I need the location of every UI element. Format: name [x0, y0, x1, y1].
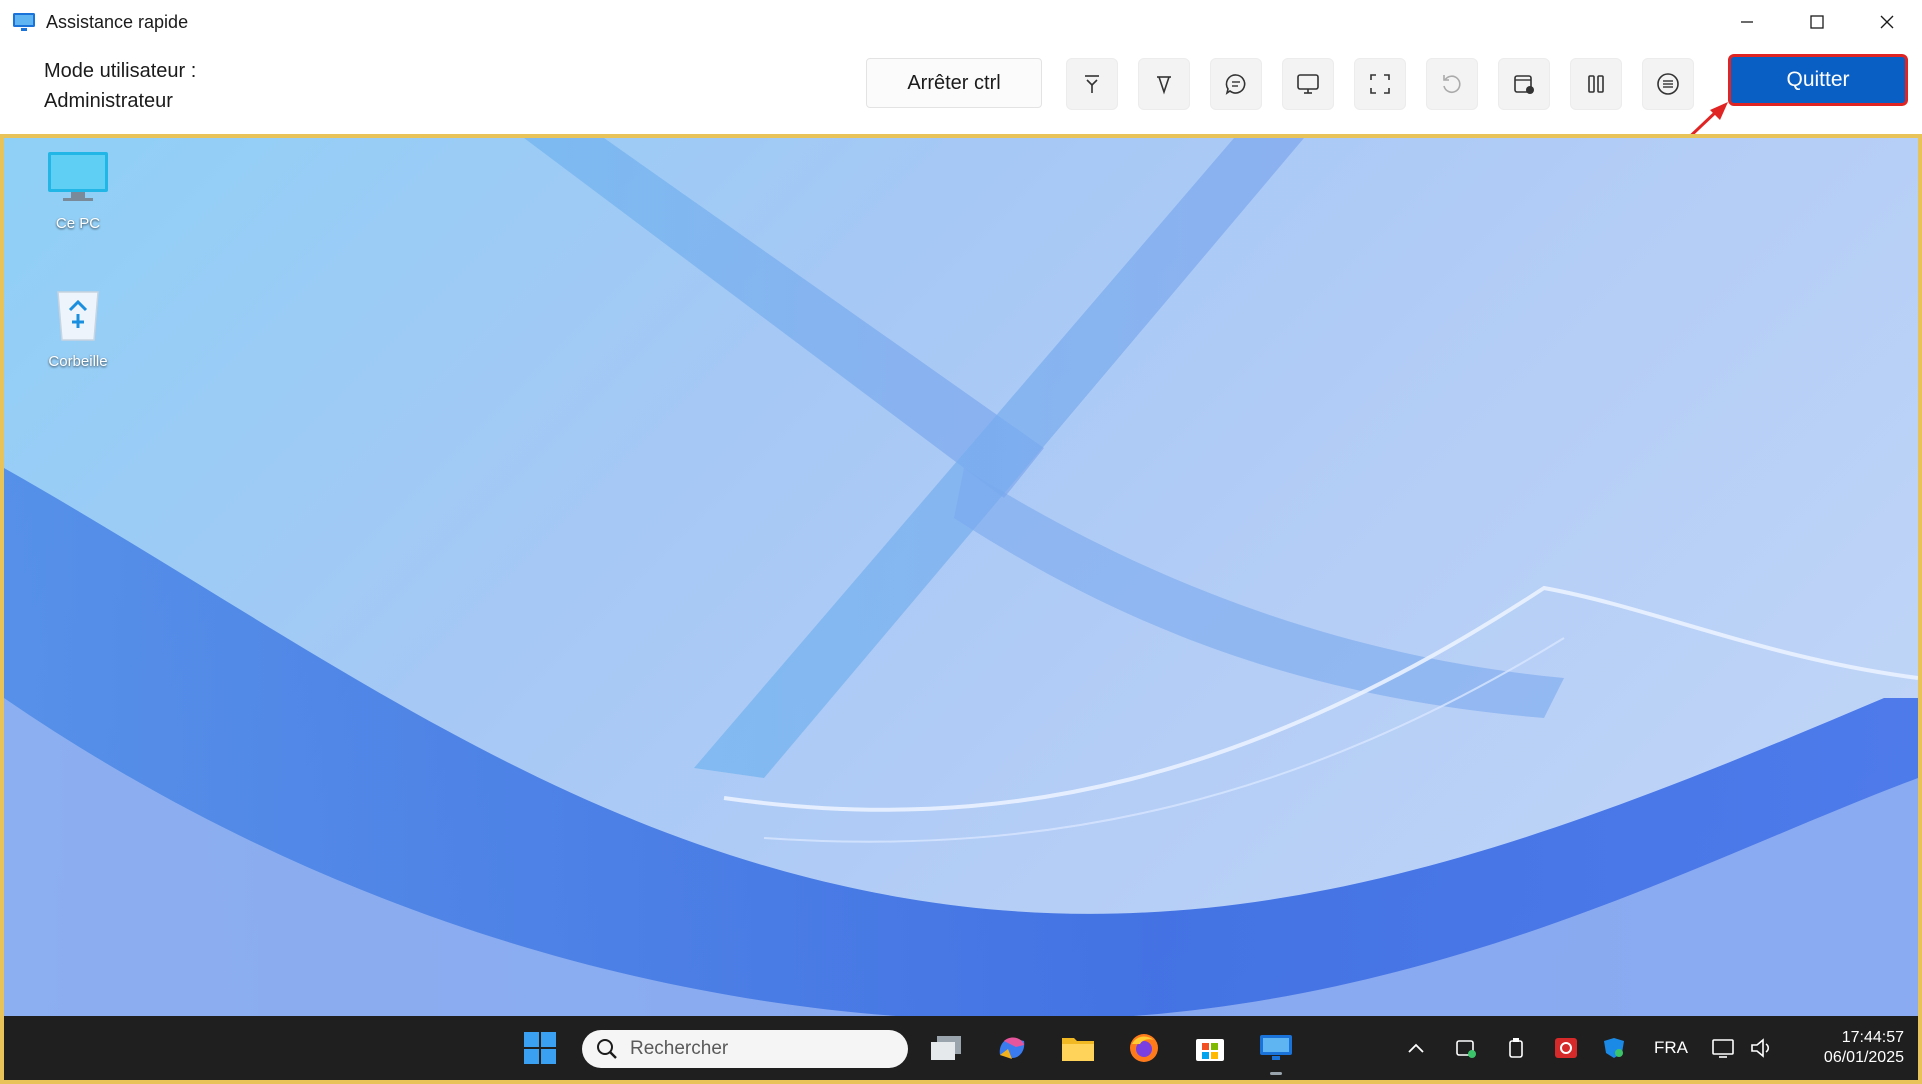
copilot-button[interactable]	[994, 1030, 1030, 1066]
remote-desktop-view[interactable]: Ce PC Corbeille	[0, 134, 1922, 1084]
desktop-icon-label: Corbeille	[48, 353, 108, 370]
quick-assist-taskbar-button[interactable]	[1258, 1030, 1294, 1066]
restart-button[interactable]	[1426, 58, 1478, 110]
window-title: Assistance rapide	[46, 12, 189, 32]
title-bar: Assistance rapide	[0, 0, 1922, 44]
input-language[interactable]: FRA	[1654, 1038, 1688, 1058]
download-status-icon	[1456, 1040, 1476, 1058]
select-monitor-button[interactable]	[1282, 58, 1334, 110]
tray-security-button[interactable]	[1600, 1030, 1628, 1066]
maximize-icon	[1810, 15, 1824, 29]
chat-button[interactable]	[1210, 58, 1262, 110]
clock-date: 06/01/2025	[1823, 1049, 1904, 1066]
red-app-icon	[1555, 1038, 1577, 1058]
folder-icon	[1062, 1038, 1094, 1061]
maximize-button[interactable]	[1782, 0, 1852, 44]
search-placeholder: Rechercher	[630, 1038, 729, 1059]
store-icon	[1196, 1039, 1224, 1061]
active-app-indicator	[1270, 1072, 1282, 1075]
usb-drive-icon	[1509, 1038, 1523, 1058]
fullscreen-icon	[1370, 74, 1390, 94]
network-icon	[1712, 1039, 1734, 1058]
close-icon	[1880, 15, 1894, 29]
taskbar-search[interactable]: Rechercher	[582, 1030, 908, 1068]
menu-icon	[1657, 73, 1679, 95]
firefox-icon	[1130, 1034, 1158, 1062]
recycle-bin-icon	[57, 291, 99, 341]
quit-button[interactable]: Quitter	[1728, 54, 1908, 106]
chat-icon	[1225, 74, 1246, 95]
user-mode-value: Administrateur	[44, 90, 173, 112]
close-button[interactable]	[1852, 0, 1922, 44]
show-hidden-icons-button[interactable]	[1404, 1030, 1428, 1066]
volume-icon	[1751, 1038, 1770, 1058]
firefox-button[interactable]	[1126, 1030, 1162, 1066]
shield-icon	[1604, 1038, 1624, 1058]
desktop-icon-this-pc[interactable]: Ce PC	[30, 150, 126, 232]
monitor-icon	[1297, 74, 1319, 94]
network-button[interactable]	[1710, 1030, 1738, 1066]
minimize-button[interactable]	[1712, 0, 1782, 44]
restart-icon	[1443, 75, 1461, 93]
annotate-button[interactable]	[1138, 58, 1190, 110]
fullscreen-button[interactable]	[1354, 58, 1406, 110]
wallpaper	[4, 138, 1918, 1080]
laser-pointer-button[interactable]	[1066, 58, 1118, 110]
pause-icon	[1588, 75, 1604, 93]
minimize-icon	[1741, 21, 1753, 23]
search-icon	[597, 1039, 617, 1059]
windows-logo-icon	[524, 1032, 556, 1064]
clock-time: 17:44:57	[1841, 1029, 1904, 1046]
volume-button[interactable]	[1748, 1030, 1776, 1066]
desktop-icon-label: Ce PC	[55, 215, 101, 232]
task-view-button[interactable]	[928, 1030, 964, 1066]
microsoft-store-button[interactable]	[1192, 1030, 1228, 1066]
task-manager-icon	[1514, 75, 1534, 94]
user-mode-label: Mode utilisateur :	[44, 60, 197, 82]
computer-icon	[48, 152, 108, 201]
chevron-up-icon	[1408, 1043, 1424, 1053]
quick-assist-icon	[13, 13, 35, 31]
tray-update-button[interactable]	[1452, 1030, 1480, 1066]
annotate-icon	[1157, 76, 1171, 95]
quick-assist-icon	[1260, 1035, 1292, 1060]
system-clock[interactable]: 17:44:57 06/01/2025	[1794, 1028, 1904, 1068]
task-manager-button[interactable]	[1498, 58, 1550, 110]
tray-app-button[interactable]	[1552, 1030, 1580, 1066]
tray-device-button[interactable]	[1502, 1030, 1530, 1066]
stop-control-button[interactable]: Arrêter ctrl	[866, 58, 1042, 108]
desktop-icon-recycle-bin[interactable]: Corbeille	[30, 284, 126, 370]
laser-pointer-icon	[1085, 75, 1099, 93]
start-button[interactable]	[522, 1030, 558, 1066]
taskbar: Rechercher FRA 17:44:57 06/01/2025	[4, 1016, 1918, 1080]
file-explorer-button[interactable]	[1060, 1030, 1096, 1066]
copilot-icon	[999, 1037, 1025, 1059]
task-view-icon	[931, 1036, 961, 1060]
